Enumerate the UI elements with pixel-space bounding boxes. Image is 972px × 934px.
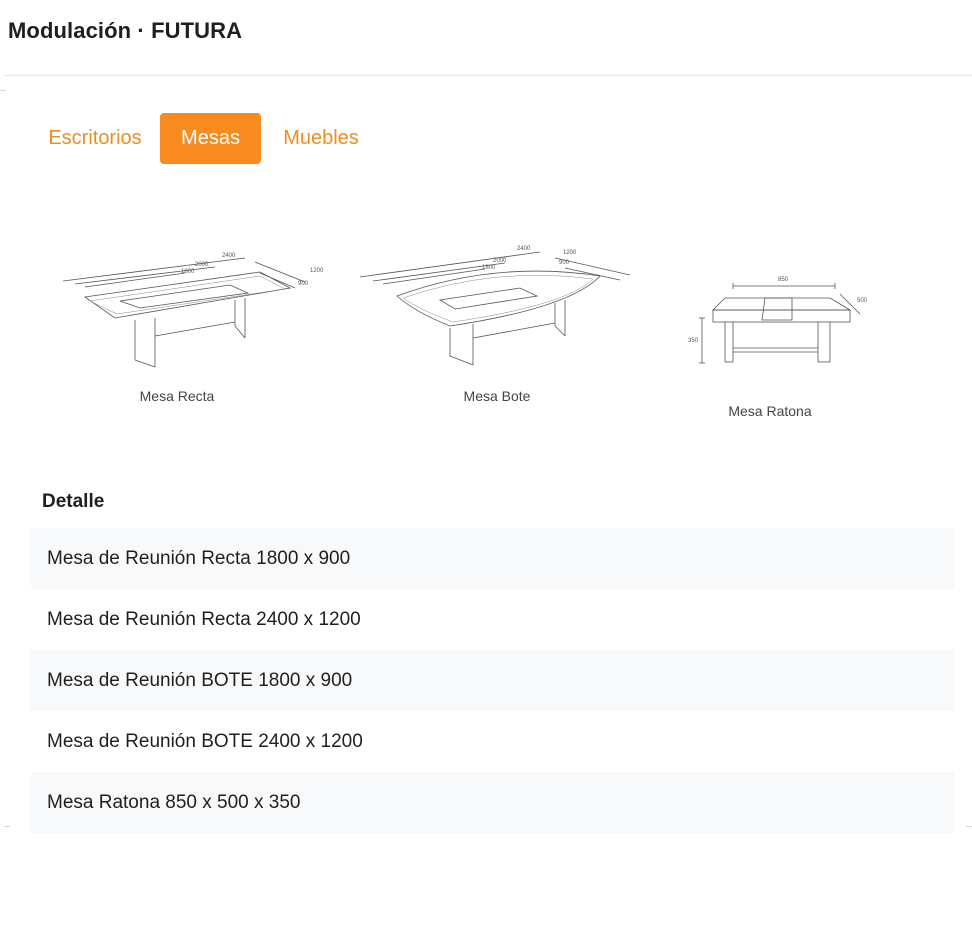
mesa-bote-figure: 2400 2000 1800 1200 900: [355, 238, 645, 373]
mesa-ratona-drawing: 850 500 350: [688, 277, 868, 364]
dim-label: 900: [559, 260, 570, 266]
tab-muebles[interactable]: Muebles: [261, 113, 381, 164]
list-item: Mesa de Reunión Recta 1800 x 900: [31, 528, 954, 589]
mesa-ratona-label: Mesa Ratona: [728, 403, 812, 419]
dim-label: 2000: [493, 258, 507, 264]
edge-mark: [966, 826, 972, 827]
page-title: Modulación · FUTURA: [8, 18, 243, 43]
dim-label: 850: [778, 277, 789, 283]
mesa-ratona-figure: 850 500 350: [685, 270, 885, 370]
list-item: Mesa Ratona 850 x 500 x 350: [31, 772, 954, 833]
tab-mesas[interactable]: Mesas: [160, 113, 261, 164]
mesa-recta-figure: 2400 2000 1800 1200 900: [55, 240, 345, 375]
header-divider: [4, 75, 972, 76]
edge-mark: [4, 826, 10, 827]
tab-bar: Escritorios Mesas Muebles: [30, 113, 381, 164]
mesa-recta-drawing: 2400 2000 1800 1200 900: [62, 253, 324, 368]
detail-list: Mesa de Reunión Recta 1800 x 900 Mesa de…: [31, 528, 954, 833]
dim-label: 1800: [181, 269, 195, 275]
dim-label: 500: [857, 298, 868, 304]
edge-mark: [0, 90, 6, 91]
dim-label: 2400: [517, 246, 531, 252]
tab-escritorios[interactable]: Escritorios: [30, 113, 160, 164]
list-item: Mesa de Reunión BOTE 2400 x 1200: [47, 730, 363, 752]
dim-label: 1800: [482, 265, 496, 271]
list-item: Mesa de Reunión BOTE 1800 x 900: [31, 650, 954, 711]
dim-label: 350: [688, 338, 699, 344]
dim-label: 900: [298, 281, 309, 287]
dim-label: 2000: [195, 262, 209, 268]
mesa-bote-drawing: 2400 2000 1800 1200 900: [359, 246, 631, 366]
dim-label: 1200: [310, 268, 324, 274]
mesa-recta-label: Mesa Recta: [139, 388, 215, 404]
detail-heading: Detalle: [42, 491, 105, 512]
dim-label: 2400: [222, 253, 236, 259]
page: Modulación · FUTURA Escritorios Mesas Mu…: [0, 0, 972, 934]
list-item: Mesa de Reunión Recta 2400 x 1200: [47, 608, 361, 630]
dim-label: 1200: [563, 250, 577, 256]
mesa-bote-label: Mesa Bote: [463, 388, 531, 404]
